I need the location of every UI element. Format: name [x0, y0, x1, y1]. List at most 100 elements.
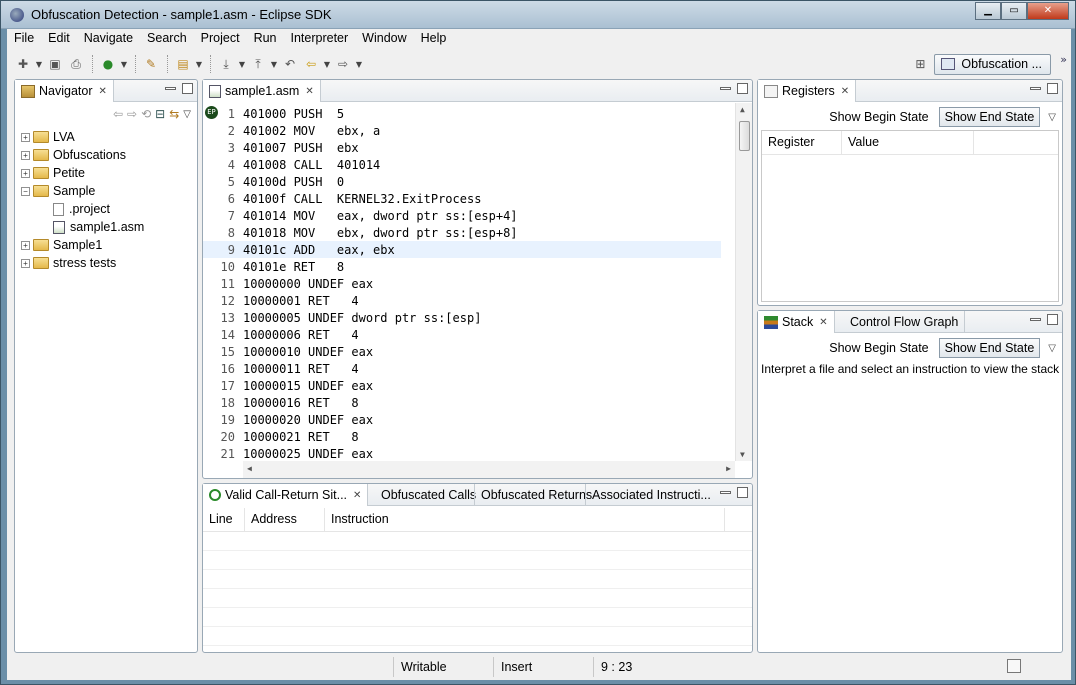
view-menu-icon[interactable]: ▽ [183, 109, 191, 120]
tree-item-obfuscations[interactable]: + Obfuscations [21, 146, 144, 164]
close-tab-icon[interactable]: ✕ [99, 86, 107, 97]
tree-item-stress-tests[interactable]: + stress tests [21, 254, 144, 272]
save-icon[interactable]: ▣ [45, 54, 65, 74]
menu-search[interactable]: Search [140, 29, 194, 49]
tree-item-sample1-asm[interactable]: sample1.asm [21, 218, 144, 236]
menu-edit[interactable]: Edit [41, 29, 77, 49]
new-icon[interactable]: ✚ [13, 54, 33, 74]
collapse-all-icon[interactable]: ⊟ [155, 107, 165, 121]
forward-icon[interactable]: ⇨ [127, 107, 137, 121]
close-tab-icon[interactable]: ✕ [353, 490, 361, 501]
maximize-view-icon[interactable] [182, 83, 193, 94]
code-line[interactable]: 11 10000000 UNDEF eax [203, 275, 721, 292]
scroll-right-icon[interactable]: ▶ [726, 464, 731, 473]
horizontal-scrollbar[interactable]: ◀ ▶ [243, 461, 735, 478]
code-line[interactable]: 13 10000005 UNDEF dword ptr ss:[esp] [203, 309, 721, 326]
column-value[interactable]: Value [842, 131, 974, 154]
prev-annotation-dropdown-icon[interactable]: ▼ [269, 54, 279, 74]
close-tab-icon[interactable]: ✕ [819, 317, 827, 328]
minimize-view-icon[interactable] [1030, 318, 1041, 321]
run-dropdown-icon[interactable]: ▼ [119, 54, 129, 74]
menu-window[interactable]: Window [355, 29, 413, 49]
menu-file[interactable]: File [7, 29, 41, 49]
tab-valid-call-return[interactable]: Valid Call-Return Sit... ✕ [203, 484, 369, 506]
print-icon[interactable]: ⎙ [66, 54, 86, 74]
show-begin-state-button[interactable]: Show Begin State [823, 338, 934, 358]
code-line[interactable]: 14 10000006 RET 4 [203, 326, 721, 343]
expand-icon[interactable]: + [21, 150, 30, 160]
minimize-view-icon[interactable] [720, 491, 731, 494]
view-menu-icon[interactable]: ▽ [1048, 112, 1056, 123]
open-perspective-icon[interactable]: ⊞ [910, 54, 930, 74]
code-line[interactable]: 4 401008 CALL 401014 [203, 156, 721, 173]
code-line[interactable]: 21 10000025 UNDEF eax [203, 445, 721, 462]
close-button[interactable]: ✕ [1027, 2, 1069, 20]
menu-navigate[interactable]: Navigate [77, 29, 140, 49]
next-annotation-dropdown-icon[interactable]: ▼ [237, 54, 247, 74]
link-with-editor-icon[interactable]: ⇆ [169, 107, 179, 121]
maximize-view-icon[interactable] [1047, 314, 1058, 325]
code-line[interactable]: 10 40101e RET 8 [203, 258, 721, 275]
maximize-view-icon[interactable] [737, 83, 748, 94]
tab-associated-instructions[interactable]: Associated Instructi... [585, 484, 717, 506]
code-line[interactable]: 1 401000 PUSH 5 [203, 105, 721, 122]
prev-annotation-icon[interactable]: ⤒ [248, 54, 268, 74]
menu-run[interactable]: Run [247, 29, 284, 49]
expand-icon[interactable]: + [21, 258, 30, 268]
tree-item-project-file[interactable]: .project [21, 200, 144, 218]
tab-obfuscated-returns[interactable]: Obfuscated Returns [474, 484, 598, 506]
show-end-state-button[interactable]: Show End State [938, 107, 1041, 127]
expand-icon[interactable]: + [21, 168, 30, 178]
code-line[interactable]: 2 401002 MOV ebx, a [203, 122, 721, 139]
show-end-state-button[interactable]: Show End State [938, 338, 1041, 358]
fast-view-icon[interactable] [1007, 659, 1021, 673]
minimize-view-icon[interactable] [720, 87, 731, 90]
maximize-view-icon[interactable] [1047, 83, 1058, 94]
vertical-scrollbar[interactable]: ▲ ▼ [735, 103, 752, 461]
tab-stack[interactable]: Stack ✕ [758, 311, 835, 333]
code-line[interactable]: 8 401018 MOV ebx, dword ptr ss:[esp+8] [203, 224, 721, 241]
tree-item-sample1[interactable]: + Sample1 [21, 236, 144, 254]
tab-registers[interactable]: Registers ✕ [758, 80, 857, 102]
tool-icon[interactable]: ✎ [141, 54, 161, 74]
menu-project[interactable]: Project [194, 29, 247, 49]
code-editor[interactable]: EP 1 401000 PUSH 5 2 401002 MOV ebx, a 3 4010… [203, 103, 752, 478]
collapse-icon[interactable]: − [21, 186, 30, 196]
tab-obfuscated-calls[interactable]: Obfuscated Calls [375, 484, 482, 506]
view-menu-icon[interactable]: ▽ [1048, 343, 1056, 354]
tab-control-flow-graph[interactable]: Control Flow Graph [844, 311, 966, 333]
show-begin-state-button[interactable]: Show Begin State [823, 107, 934, 127]
perspective-button[interactable]: Obfuscation ... [934, 53, 1051, 75]
scroll-down-icon[interactable]: ▼ [740, 450, 745, 459]
scroll-up-icon[interactable]: ▲ [740, 105, 745, 114]
column-address[interactable]: Address [245, 508, 325, 531]
forward-dropdown-icon[interactable]: ▼ [354, 54, 364, 74]
menu-help[interactable]: Help [414, 29, 454, 49]
new-dropdown-icon[interactable]: ▼ [34, 54, 44, 74]
maximize-view-icon[interactable] [737, 487, 748, 498]
column-instruction[interactable]: Instruction [325, 508, 725, 531]
code-line[interactable]: 7 401014 MOV eax, dword ptr ss:[esp+4] [203, 207, 721, 224]
code-line[interactable]: 12 10000001 RET 4 [203, 292, 721, 309]
open-type-icon[interactable]: ▤ [173, 54, 193, 74]
menu-interpreter[interactable]: Interpreter [284, 29, 356, 49]
back-icon[interactable]: ⇦ [301, 54, 321, 74]
code-line[interactable]: 15 10000010 UNDEF eax [203, 343, 721, 360]
code-line[interactable]: 5 40100d PUSH 0 [203, 173, 721, 190]
close-tab-icon[interactable]: ✕ [841, 86, 849, 97]
open-type-dropdown-icon[interactable]: ▼ [194, 54, 204, 74]
tree-item-petite[interactable]: + Petite [21, 164, 144, 182]
code-line[interactable]: 20 10000021 RET 8 [203, 428, 721, 445]
tab-navigator[interactable]: Navigator ✕ [15, 80, 114, 102]
forward-icon[interactable]: ⇨ [333, 54, 353, 74]
close-tab-icon[interactable]: ✕ [305, 86, 313, 97]
up-icon[interactable]: ⟲ [141, 107, 151, 121]
column-line[interactable]: Line [203, 508, 245, 531]
code-line[interactable]: 9 40101c ADD eax, ebx [203, 241, 721, 258]
expand-icon[interactable]: + [21, 132, 30, 142]
code-line[interactable]: 6 40100f CALL KERNEL32.ExitProcess [203, 190, 721, 207]
tab-sample1-asm[interactable]: sample1.asm ✕ [203, 80, 321, 102]
back-dropdown-icon[interactable]: ▼ [322, 54, 332, 74]
minimize-view-icon[interactable] [1030, 87, 1041, 90]
tree-item-sample[interactable]: − Sample [21, 182, 144, 200]
